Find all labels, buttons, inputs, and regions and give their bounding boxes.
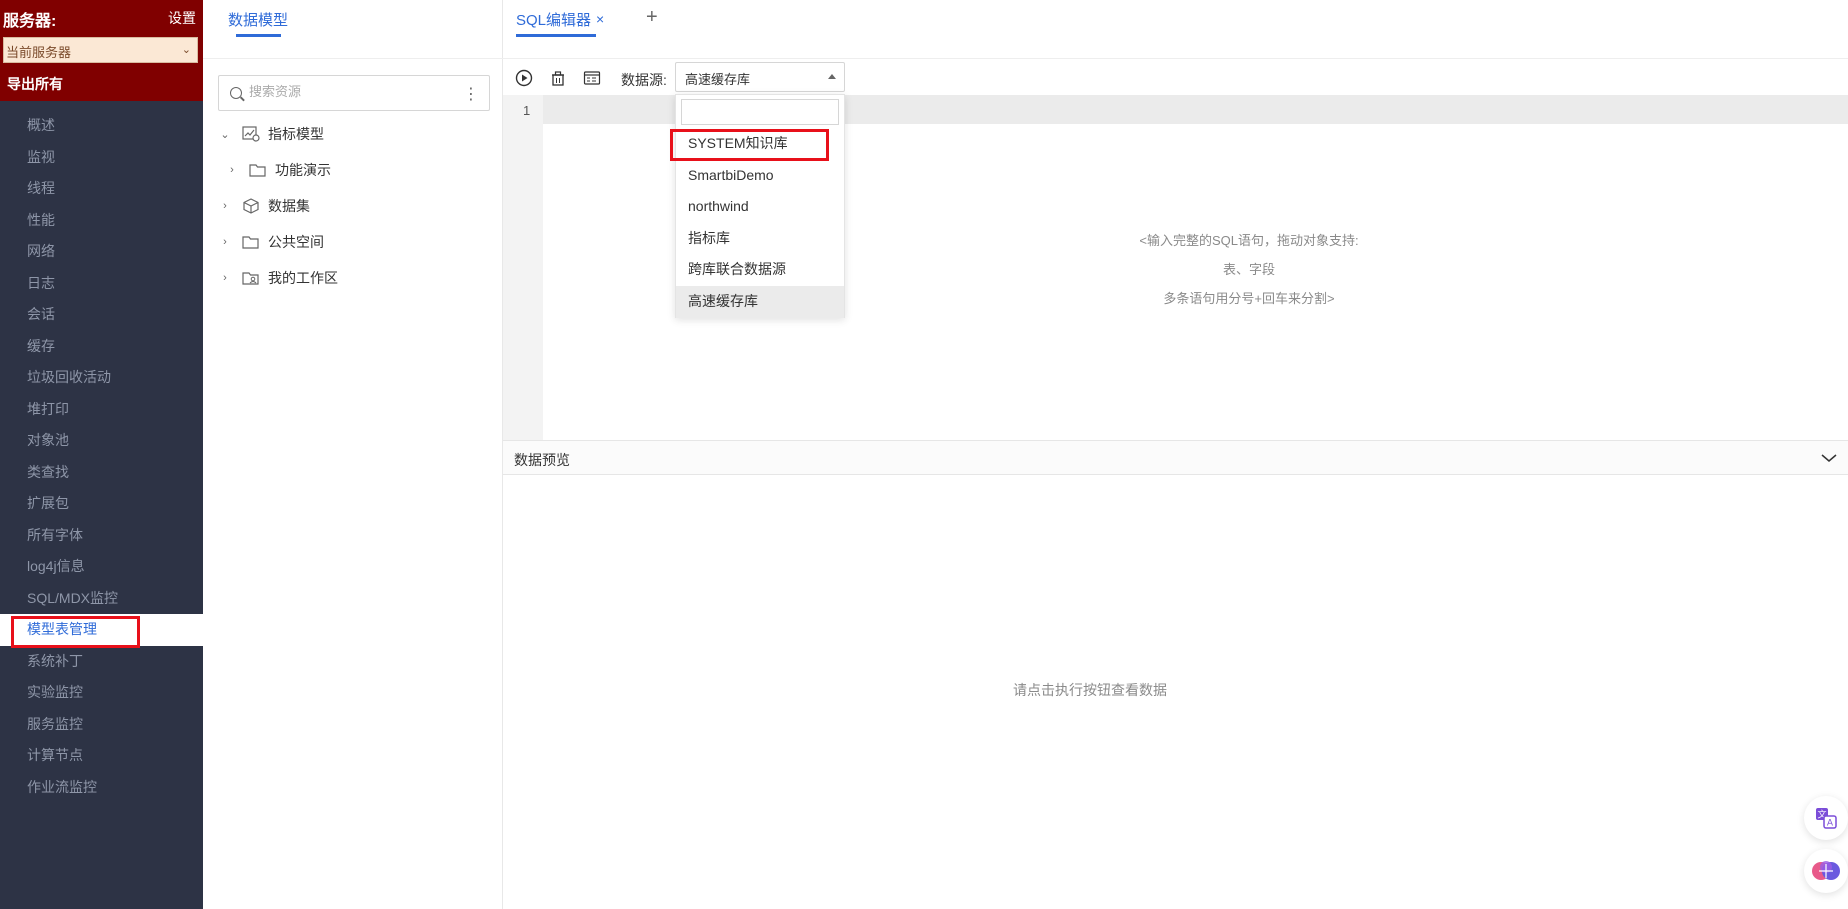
sidebar-item-fonts[interactable]: 所有字体	[0, 520, 203, 552]
sidebar-item-workflow-monitor[interactable]: 作业流监控	[0, 772, 203, 804]
datasource-select-value: 高速缓存库	[685, 72, 751, 87]
editor-hint: 表、字段	[1222, 262, 1275, 277]
editor-toolbar: 数据源: 高速缓存库	[503, 62, 1848, 94]
tree-node-public-space[interactable]: › 公共空间	[218, 231, 324, 253]
preview-empty-message: 请点击执行按钮查看数据	[1013, 682, 1167, 698]
line-number: 1	[523, 103, 531, 118]
sidebar-item-log4j[interactable]: log4j信息	[0, 551, 203, 583]
more-vertical-icon[interactable]: ⋮	[463, 84, 479, 104]
sidebar-item-heap-dump[interactable]: 堆打印	[0, 394, 203, 426]
tree-node-datasets[interactable]: › 数据集	[218, 195, 310, 217]
tree-node-label: 功能演示	[275, 162, 331, 178]
resource-search-box: ⋮	[218, 75, 490, 111]
cube-icon	[243, 198, 259, 214]
tree-node-label: 公共空间	[268, 234, 324, 250]
sidebar: 服务器: 设置 当前服务器 ⌄ 导出所有 概述 监视 线程 性能 网络 日志 会…	[0, 0, 203, 909]
chevron-right-icon[interactable]: ›	[225, 164, 239, 176]
sidebar-item-class-lookup[interactable]: 类查找	[0, 457, 203, 489]
editor-hint: 多条语句用分号+回车来分割>	[1163, 291, 1335, 306]
sidebar-item-sql-mdx-monitor[interactable]: SQL/MDX监控	[0, 583, 203, 615]
tree-node-label: 我的工作区	[268, 270, 338, 286]
folder-icon	[242, 236, 259, 249]
datasource-filter-input[interactable]	[681, 99, 839, 125]
datasource-option[interactable]: SYSTEM知识库	[670, 128, 844, 161]
tab-data-model[interactable]: 数据模型	[228, 9, 288, 30]
chevron-right-icon[interactable]: ›	[218, 236, 232, 248]
sql-format-button[interactable]	[583, 69, 601, 87]
workspace-folder-icon	[242, 272, 259, 285]
chart-model-icon	[242, 126, 260, 142]
sidebar-item-gc-activity[interactable]: 垃圾回收活动	[0, 362, 203, 394]
tab-underline	[236, 34, 281, 37]
divider	[203, 58, 503, 59]
datasource-option[interactable]: 指标库	[676, 223, 844, 255]
datasource-option[interactable]: SmartbiDemo	[676, 160, 844, 192]
sidebar-item-monitor[interactable]: 监视	[0, 142, 203, 174]
sidebar-item-extensions[interactable]: 扩展包	[0, 488, 203, 520]
data-preview-header: 数据预览	[503, 440, 1848, 475]
ai-brain-icon[interactable]	[1804, 849, 1848, 893]
close-icon[interactable]: ×	[596, 11, 604, 27]
data-model-panel: 数据模型 ⋮ ⌄ 指标模型 › 功能演示 › 数据集 › 公共空间 › 我的工作…	[203, 0, 503, 909]
datasource-select[interactable]: 高速缓存库	[675, 62, 845, 92]
data-preview-title: 数据预览	[514, 452, 570, 468]
sidebar-item-model-table-management[interactable]: 模型表管理	[0, 614, 203, 648]
caret-up-icon	[828, 74, 836, 79]
chevron-down-icon[interactable]	[1820, 449, 1838, 467]
tree-node-my-workspace[interactable]: › 我的工作区	[218, 267, 338, 289]
chevron-right-icon[interactable]: ›	[218, 200, 232, 212]
sidebar-item-logs[interactable]: 日志	[0, 268, 203, 300]
export-all-button[interactable]: 导出所有	[7, 74, 63, 94]
tree-node-feature-demo[interactable]: › 功能演示	[225, 159, 331, 181]
sidebar-item-cache[interactable]: 缓存	[0, 331, 203, 363]
divider	[503, 58, 1848, 59]
chevron-down-icon: ⌄	[181, 44, 191, 56]
chevron-right-icon[interactable]: ›	[218, 272, 232, 284]
sidebar-menu: 概述 监视 线程 性能 网络 日志 会话 缓存 垃圾回收活动 堆打印 对象池 类…	[0, 110, 203, 803]
sidebar-item-network[interactable]: 网络	[0, 236, 203, 268]
search-icon	[230, 87, 242, 99]
clear-button[interactable]	[549, 69, 567, 87]
sidebar-item-overview[interactable]: 概述	[0, 110, 203, 142]
line-gutter	[503, 95, 543, 440]
sidebar-item-object-pool[interactable]: 对象池	[0, 425, 203, 457]
folder-icon	[249, 164, 266, 177]
datasource-dropdown: SYSTEM知识库 SmartbiDemo northwind 指标库 跨库联合…	[670, 94, 845, 318]
add-tab-button[interactable]: +	[646, 6, 658, 29]
tree-node-label: 数据集	[268, 198, 310, 214]
editor-hint: <输入完整的SQL语句，拖动对象支持:	[1139, 233, 1359, 248]
server-title: 服务器:	[3, 13, 57, 30]
settings-link[interactable]: 设置	[168, 8, 196, 28]
tab-underline	[516, 34, 596, 37]
server-select-value: 当前服务器	[6, 45, 72, 60]
run-button[interactable]	[515, 69, 533, 87]
tab-sql-editor[interactable]: SQL编辑器	[516, 9, 591, 30]
server-select[interactable]: 当前服务器 ⌄	[3, 37, 198, 63]
datasource-option[interactable]: northwind	[676, 191, 844, 223]
resource-search-input[interactable]	[249, 84, 459, 99]
translate-icon[interactable]: 文A	[1804, 796, 1848, 840]
sidebar-item-sessions[interactable]: 会话	[0, 299, 203, 331]
sidebar-item-compute-nodes[interactable]: 计算节点	[0, 740, 203, 772]
sidebar-item-performance[interactable]: 性能	[0, 205, 203, 237]
tree-node-metric-model[interactable]: ⌄ 指标模型	[218, 123, 324, 145]
server-header: 服务器: 设置 当前服务器 ⌄ 导出所有	[0, 0, 203, 101]
tree-node-label: 指标模型	[268, 126, 324, 142]
chevron-down-icon[interactable]: ⌄	[218, 128, 232, 141]
sidebar-item-system-patch[interactable]: 系统补丁	[0, 646, 203, 678]
svg-text:A: A	[1827, 819, 1834, 829]
sidebar-item-experiment-monitor[interactable]: 实验监控	[0, 677, 203, 709]
datasource-option[interactable]: 高速缓存库	[676, 286, 844, 318]
datasource-option[interactable]: 跨库联合数据源	[676, 254, 844, 286]
sidebar-item-service-monitor[interactable]: 服务监控	[0, 709, 203, 741]
sidebar-item-threads[interactable]: 线程	[0, 173, 203, 205]
datasource-label: 数据源:	[621, 72, 667, 88]
